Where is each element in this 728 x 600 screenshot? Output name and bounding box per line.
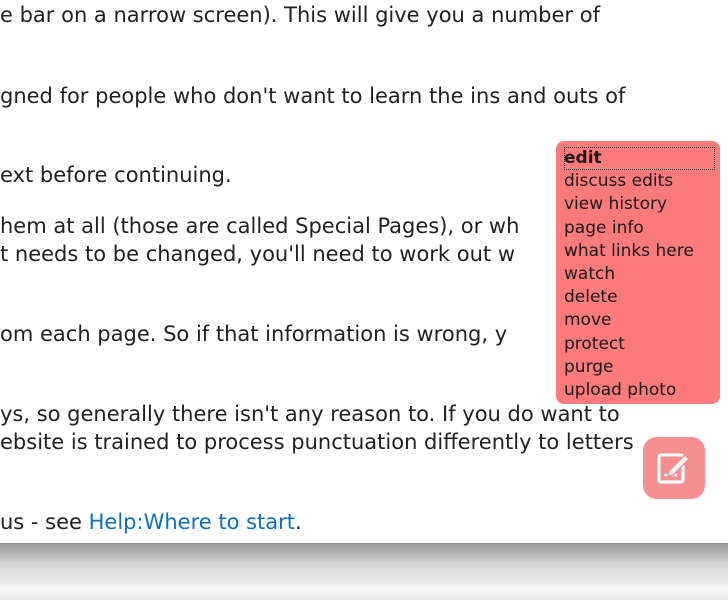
menu-item-move[interactable]: move	[564, 309, 716, 332]
article-line: ext before continuing.	[0, 163, 232, 187]
article-line-end: .	[295, 510, 302, 534]
article-line-text: us - see	[0, 510, 89, 534]
page: e bar on a narrow screen). This will giv…	[0, 0, 728, 600]
menu-item-upload-photo[interactable]: upload photo	[564, 379, 716, 402]
page-actions-menu: edit discuss edits view history page inf…	[556, 141, 720, 404]
menu-item-watch[interactable]: watch	[564, 263, 716, 286]
help-where-to-start-link[interactable]: Help:Where to start	[89, 510, 295, 534]
menu-item-view-history[interactable]: view history	[564, 193, 716, 216]
menu-item-discuss-edits[interactable]: discuss edits	[564, 170, 716, 193]
menu-item-edit[interactable]: edit	[564, 147, 715, 171]
menu-item-purge[interactable]: purge	[564, 356, 716, 379]
menu-item-page-info[interactable]: page info	[564, 217, 716, 240]
article-line-with-link: us - see Help:Where to start.	[0, 508, 302, 536]
browser-bottom-toolbar	[0, 543, 728, 600]
article-line: ebsite is trained to process punctuation…	[0, 430, 634, 454]
article-line: ys, so generally there isn't any reason …	[0, 402, 620, 426]
article-line: om each page. So if that information is …	[0, 322, 508, 346]
article-line: gned for people who don't want to learn …	[0, 84, 626, 108]
edit-button[interactable]	[643, 437, 705, 499]
menu-item-protect[interactable]: protect	[564, 333, 716, 356]
article-line: t needs to be changed, you'll need to wo…	[0, 242, 516, 266]
edit-pencil-icon	[657, 453, 691, 484]
menu-item-what-links-here[interactable]: what links here	[564, 240, 716, 263]
article-line: hem at all (those are called Special Pag…	[0, 214, 520, 238]
article-line: e bar on a narrow screen). This will giv…	[0, 3, 600, 27]
menu-item-delete[interactable]: delete	[564, 286, 716, 309]
